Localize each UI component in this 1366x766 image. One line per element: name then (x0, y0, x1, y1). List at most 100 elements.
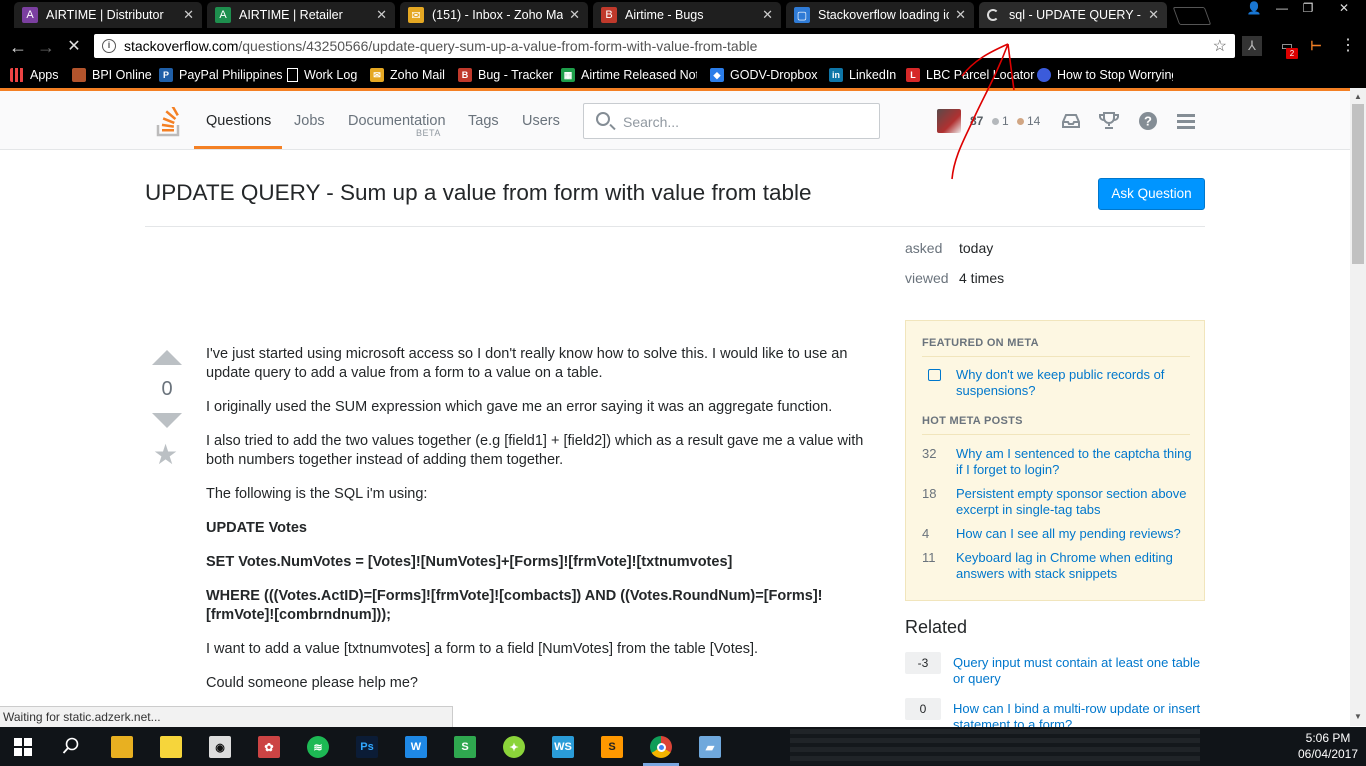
stackoverflow-logo-icon[interactable] (156, 107, 182, 137)
file-explorer-icon[interactable] (111, 736, 133, 758)
notes-icon[interactable]: S (454, 736, 476, 758)
nav-jobs[interactable]: Jobs (294, 113, 325, 129)
webstorm-icon[interactable]: WS (552, 736, 574, 758)
sql-line: UPDATE Votes (206, 520, 307, 536)
sheets-icon: ▦ (561, 68, 575, 82)
beta-label: BETA (416, 128, 441, 138)
system-clock[interactable]: 5:06 PM 06/04/2017 (1290, 730, 1366, 762)
windows-start-icon[interactable] (14, 738, 32, 756)
tab-title: Stackoverflow loading icon (818, 8, 950, 22)
airtime-favicon-icon: A (215, 7, 231, 23)
ask-question-button[interactable]: Ask Question (1098, 178, 1205, 210)
favorite-star-icon[interactable]: ★ (153, 441, 178, 469)
browser-tab[interactable]: B Airtime - Bugs ✕ (593, 2, 781, 28)
related-score: -3 (905, 652, 941, 674)
bookmark-paypal[interactable]: P PayPal Philippines (159, 66, 283, 84)
pdf-extension-icon[interactable]: ⅄ (1242, 36, 1262, 56)
related-question-link[interactable]: Query input must contain at least one ta… (953, 655, 1205, 687)
hot-post-link[interactable]: Why am I sentenced to the captcha thing … (956, 446, 1196, 478)
close-tab-icon[interactable]: ✕ (1148, 7, 1159, 23)
search-taskbar-icon[interactable] (62, 737, 80, 755)
browser-tab[interactable]: ✉ (151) - Inbox - Zoho Mail ✕ (400, 2, 588, 28)
search-input[interactable]: Search... (583, 103, 880, 139)
close-tab-icon[interactable]: ✕ (762, 7, 773, 23)
writer-icon[interactable]: W (405, 736, 427, 758)
hot-post-link[interactable]: Persistent empty sponsor section above e… (956, 486, 1196, 518)
close-tab-icon[interactable]: ✕ (955, 7, 966, 23)
hot-meta-heading: HOT META POSTS (922, 415, 1023, 427)
bookmark-linkedin[interactable]: in LinkedIn (829, 66, 896, 84)
minimize-window-icon[interactable]: — (1268, 0, 1296, 18)
bookmark-zoho[interactable]: ✉ Zoho Mail (370, 66, 445, 84)
achievements-trophy-icon[interactable] (1098, 110, 1120, 132)
address-bar[interactable]: i stackoverflow.com/questions/43250566/u… (94, 34, 1235, 58)
browser-tab[interactable]: ▢ Stackoverflow loading icon ✕ (786, 2, 974, 28)
asked-value: today (959, 240, 994, 256)
linkedin-icon: in (829, 68, 843, 82)
bookmark-apps[interactable]: Apps (10, 66, 59, 84)
new-tab-button[interactable] (1172, 7, 1212, 25)
lime-icon[interactable]: ✦ (503, 736, 525, 758)
site-switcher-menu-icon[interactable] (1175, 110, 1197, 132)
spotify-icon[interactable]: ≋ (307, 736, 329, 758)
bookmark-stop-worrying[interactable]: How to Stop Worrying (1037, 66, 1173, 84)
clock-time: 5:06 PM (1305, 731, 1351, 745)
sublime-icon[interactable]: S (601, 736, 623, 758)
bookmark-label: BPI Online (92, 68, 152, 82)
close-tab-icon[interactable]: ✕ (183, 7, 194, 23)
nav-documentation[interactable]: Documentation (348, 113, 446, 129)
hot-post-link[interactable]: Keyboard lag in Chrome when editing answ… (956, 550, 1196, 582)
chrome-menu-icon[interactable]: ⋮ (1338, 36, 1358, 56)
chrome-icon[interactable] (650, 736, 672, 758)
bookmark-worklog[interactable]: Work Log (287, 66, 357, 84)
featured-meta-link[interactable]: Why don't we keep public records of susp… (956, 367, 1196, 399)
close-window-icon[interactable]: ✕ (1324, 0, 1364, 18)
dropbox-icon: ◆ (710, 68, 724, 82)
back-arrow-icon[interactable]: ← (8, 37, 28, 57)
camera-icon[interactable]: ◉ (209, 736, 231, 758)
sticky-notes-icon[interactable] (160, 736, 182, 758)
browser-tab-active[interactable]: sql - UPDATE QUERY - Sum ✕ (979, 2, 1167, 28)
bookmark-dropbox[interactable]: ◆ GODV-Dropbox (710, 66, 818, 84)
bookmark-released-notes[interactable]: ▦ Airtime Released Note (561, 66, 697, 84)
stop-loading-icon[interactable]: ✕ (64, 37, 84, 57)
scroll-down-arrow-icon[interactable]: ▼ (1354, 712, 1362, 721)
scroll-up-arrow-icon[interactable]: ▲ (1354, 92, 1362, 101)
meta-sidebar-box: FEATURED ON META Why don't we keep publi… (905, 320, 1205, 601)
page-scrollbar[interactable]: ▲ ▼ (1350, 88, 1366, 726)
stackexchange-extension-icon[interactable]: ⊢ (1306, 36, 1326, 56)
apps-grid-icon (10, 68, 24, 82)
taskbar-preview-area (790, 729, 1200, 765)
downvote-arrow-icon[interactable] (152, 413, 182, 428)
close-tab-icon[interactable]: ✕ (376, 7, 387, 23)
forward-arrow-icon[interactable]: → (36, 37, 56, 57)
tool-icon[interactable]: ▰ (699, 736, 721, 758)
nav-users[interactable]: Users (522, 113, 560, 129)
browser-tab[interactable]: A AIRTIME | Distributor ✕ (14, 2, 202, 28)
browser-tab[interactable]: A AIRTIME | Retailer ✕ (207, 2, 395, 28)
svg-text:?: ? (1144, 114, 1152, 129)
help-icon[interactable]: ? (1137, 110, 1159, 132)
upvote-arrow-icon[interactable] (152, 350, 182, 365)
scrollbar-thumb[interactable] (1352, 104, 1364, 264)
inbox-icon[interactable] (1060, 110, 1082, 132)
close-tab-icon[interactable]: ✕ (569, 7, 580, 23)
hot-post-link[interactable]: How can I see all my pending reviews? (956, 526, 1196, 542)
body-paragraph: I've just started using microsoft access… (206, 346, 848, 381)
site-info-icon[interactable]: i (102, 39, 116, 53)
mail-icon: ✉ (370, 68, 384, 82)
bookmark-star-icon[interactable]: ☆ (1213, 36, 1227, 56)
question-title[interactable]: UPDATE QUERY - Sum up a value from form … (145, 180, 812, 206)
browser-tab-strip: A AIRTIME | Distributor ✕ A AIRTIME | Re… (0, 0, 1366, 31)
bookmark-bpi[interactable]: BPI Online (72, 66, 152, 84)
nav-tags[interactable]: Tags (468, 113, 499, 129)
clock-date: 06/04/2017 (1297, 747, 1359, 761)
photoshop-icon[interactable]: Ps (356, 736, 378, 758)
bookmark-bugtracker[interactable]: B Bug - Tracker (458, 66, 553, 84)
hot-post-score: 18 (922, 486, 937, 501)
paint-icon[interactable]: ✿ (258, 736, 280, 758)
user-profile-icon[interactable]: 👤 (1240, 0, 1268, 18)
nav-questions[interactable]: Questions (206, 113, 271, 129)
restore-window-icon[interactable]: ❐ (1294, 0, 1322, 18)
bookmarks-bar: Apps BPI Online P PayPal Philippines Work… (0, 62, 1366, 88)
